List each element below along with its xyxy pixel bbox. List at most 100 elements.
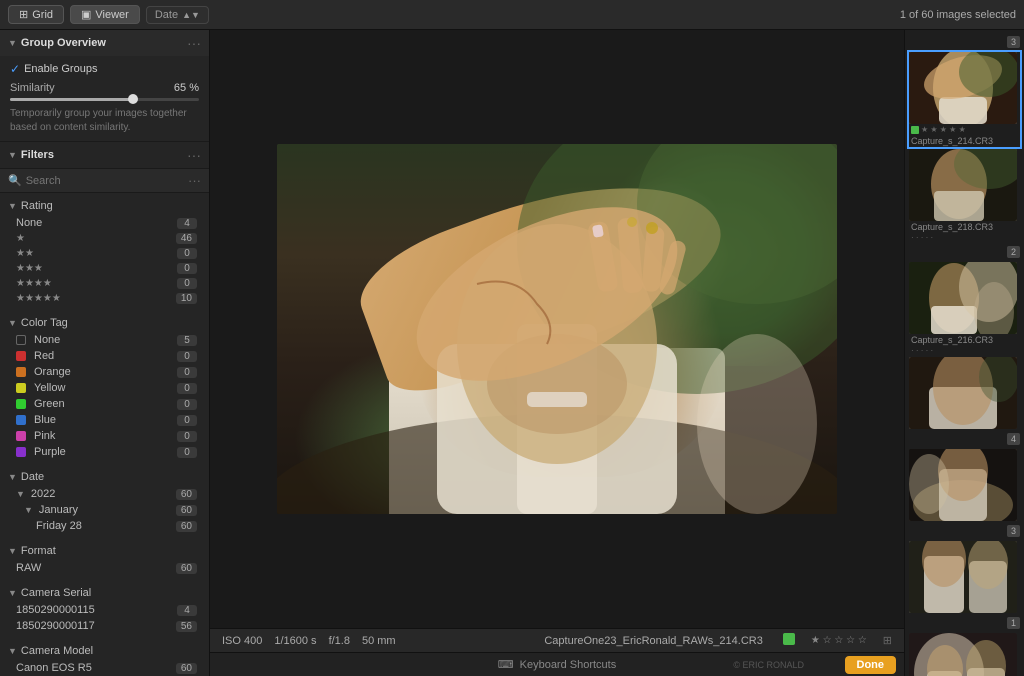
camera-r5-row[interactable]: Canon EOS R5 60 <box>0 660 209 676</box>
color-yellow-row[interactable]: Yellow 0 <box>0 380 209 396</box>
similarity-row: Similarity 65 % <box>10 82 199 94</box>
exif-iso: ISO 400 <box>222 635 262 647</box>
date-selector[interactable]: Date ▲▼ <box>146 6 209 24</box>
viewer-icon: ▣ <box>81 8 91 21</box>
center-area: ISO 400 1/1600 s f/1.8 50 mm CaptureOne2… <box>210 30 904 676</box>
group-overview-body: ✓ Enable Groups Similarity 65 % Temporar… <box>0 56 209 141</box>
main-image <box>277 144 837 514</box>
serial-2-row[interactable]: 1850290000117 56 <box>0 618 209 634</box>
color-green-row[interactable]: Green 0 <box>0 396 209 412</box>
thumb-stars-3: · · · · · <box>909 346 1020 355</box>
thumb-img-2 <box>909 149 1017 221</box>
thumb-img-5 <box>909 449 1017 521</box>
format-filter: ▼ Format RAW 60 <box>0 538 209 580</box>
main-layout: ▼ Group Overview ··· ✓ Enable Groups Sim… <box>0 30 1024 676</box>
rating-stars-bar: ★ ☆ ☆ ☆ ☆ <box>811 635 867 646</box>
exif-focal: 50 mm <box>362 635 396 647</box>
thumb-img-3 <box>909 262 1017 334</box>
group-overview-header[interactable]: ▼ Group Overview ··· <box>0 30 209 56</box>
rating-filter: ▼ Rating None 4 ★ 46 ★★ 0 ★★★ 0 ★★★★ 0 <box>0 193 209 310</box>
color-tag-filter: ▼ Color Tag None 5 Red 0 Orange 0 Yellow… <box>0 310 209 464</box>
similarity-slider[interactable] <box>10 98 199 101</box>
film-group-1: 3 ★ ★ ★ ★ ★ Capture_s_214.C <box>905 34 1024 242</box>
date-2022-row[interactable]: ▼2022 60 <box>0 486 209 502</box>
thumb-img-1 <box>909 52 1017 124</box>
filters-menu-icon[interactable]: ··· <box>187 147 201 163</box>
sort-arrows-icon: ▲▼ <box>182 10 200 20</box>
color-red-row[interactable]: Red 0 <box>0 348 209 364</box>
filters-chevron-icon: ▼ <box>8 150 17 160</box>
rating-5star-row[interactable]: ★★★★★ 10 <box>0 291 209 306</box>
color-blue-row[interactable]: Blue 0 <box>0 412 209 428</box>
camera-model-chevron-icon: ▼ <box>8 646 17 656</box>
format-chevron-icon: ▼ <box>8 546 17 556</box>
film-thumb-1[interactable]: ★ ★ ★ ★ ★ Capture_s_214.CR3 <box>909 52 1020 147</box>
rating-3star-row[interactable]: ★★★ 0 <box>0 261 209 276</box>
checkmark-icon: ✓ <box>10 62 20 76</box>
thumb-stars-1: ★ ★ ★ ★ ★ <box>921 125 966 134</box>
color-orange-row[interactable]: Orange 0 <box>0 364 209 380</box>
group-overview-section: ▼ Group Overview ··· ✓ Enable Groups Sim… <box>0 30 209 142</box>
green-tag-badge <box>783 633 795 645</box>
thumb-svg-6 <box>909 541 1017 613</box>
rating-header[interactable]: ▼ Rating <box>0 197 209 215</box>
film-group-2: 2 Capture_s_216.CR3 · · · · · <box>905 244 1024 429</box>
film-thumb-4[interactable] <box>909 357 1020 429</box>
film-group-3: 4 <box>905 431 1024 521</box>
film-thumb-5[interactable] <box>909 449 1020 521</box>
camera-serial-header[interactable]: ▼ Camera Serial <box>0 584 209 602</box>
color-tag-chevron-icon: ▼ <box>8 318 17 328</box>
date-january-row[interactable]: ▼January 60 <box>0 502 209 518</box>
bottom-bar: ⌨ Keyboard Shortcuts © ERIC RONALD Done <box>210 652 904 676</box>
filters-header[interactable]: ▼ Filters ··· <box>0 142 209 169</box>
camera-serial-chevron-icon: ▼ <box>8 588 17 598</box>
search-input[interactable] <box>26 175 184 187</box>
group-badge-4: 3 <box>1007 525 1020 537</box>
film-thumb-6[interactable] <box>909 541 1020 613</box>
filters-title: Filters <box>21 149 54 161</box>
thumb-img-6 <box>909 541 1017 613</box>
chevron-icon: ▼ <box>8 38 17 48</box>
color-pink-row[interactable]: Pink 0 <box>0 428 209 444</box>
similarity-label: Similarity <box>10 82 168 94</box>
rating-4star-row[interactable]: ★★★★ 0 <box>0 276 209 291</box>
rating-none-row[interactable]: None 4 <box>0 215 209 231</box>
done-button[interactable]: Done <box>845 656 897 674</box>
photo-svg <box>277 144 837 514</box>
thumb-label-2: Capture_s_218.CR3 <box>909 221 1020 233</box>
thumb-svg-2 <box>909 149 1017 221</box>
search-bar: 🔍 ··· <box>0 169 209 193</box>
thumb-label-3: Capture_s_216.CR3 <box>909 334 1020 346</box>
color-none-row[interactable]: None 5 <box>0 332 209 348</box>
group-badge-3: 4 <box>1007 433 1020 445</box>
search-options-icon[interactable]: ··· <box>188 173 201 188</box>
camera-model-label: Camera Model <box>21 645 93 657</box>
thumb-svg-5 <box>909 449 1017 521</box>
similarity-value: 65 % <box>174 82 199 94</box>
rating-1star-row[interactable]: ★ 46 <box>0 231 209 246</box>
film-thumb-7[interactable] <box>909 633 1020 676</box>
right-filmstrip: 3 ★ ★ ★ ★ ★ Capture_s_214.C <box>904 30 1024 676</box>
date-header[interactable]: ▼ Date <box>0 468 209 486</box>
serial-1-row[interactable]: 1850290000115 4 <box>0 602 209 618</box>
viewer-area[interactable] <box>210 30 904 628</box>
rating-2star-row[interactable]: ★★ 0 <box>0 246 209 261</box>
format-header[interactable]: ▼ Format <box>0 542 209 560</box>
rating-chevron-icon: ▼ <box>8 201 17 211</box>
group-badge-2: 2 <box>1007 246 1020 258</box>
enable-groups-row[interactable]: ✓ Enable Groups <box>10 62 199 76</box>
film-thumb-2[interactable]: Capture_s_218.CR3 · · · · · <box>909 149 1020 242</box>
format-raw-row[interactable]: RAW 60 <box>0 560 209 576</box>
thumb-img-4 <box>909 357 1017 429</box>
group-overview-menu-icon[interactable]: ··· <box>187 35 201 51</box>
exif-aperture: f/1.8 <box>329 635 350 647</box>
color-tag-header[interactable]: ▼ Color Tag <box>0 314 209 332</box>
viewer-button[interactable]: ▣ Viewer <box>70 5 140 24</box>
grid-button[interactable]: ⊞ Grid <box>8 5 64 24</box>
film-thumb-3[interactable]: Capture_s_216.CR3 · · · · · <box>909 262 1020 355</box>
color-purple-row[interactable]: Purple 0 <box>0 444 209 460</box>
date-friday28-row[interactable]: Friday 28 60 <box>0 518 209 534</box>
group-overview-title: Group Overview <box>21 37 106 49</box>
camera-serial-label: Camera Serial <box>21 587 91 599</box>
camera-model-header[interactable]: ▼ Camera Model <box>0 642 209 660</box>
